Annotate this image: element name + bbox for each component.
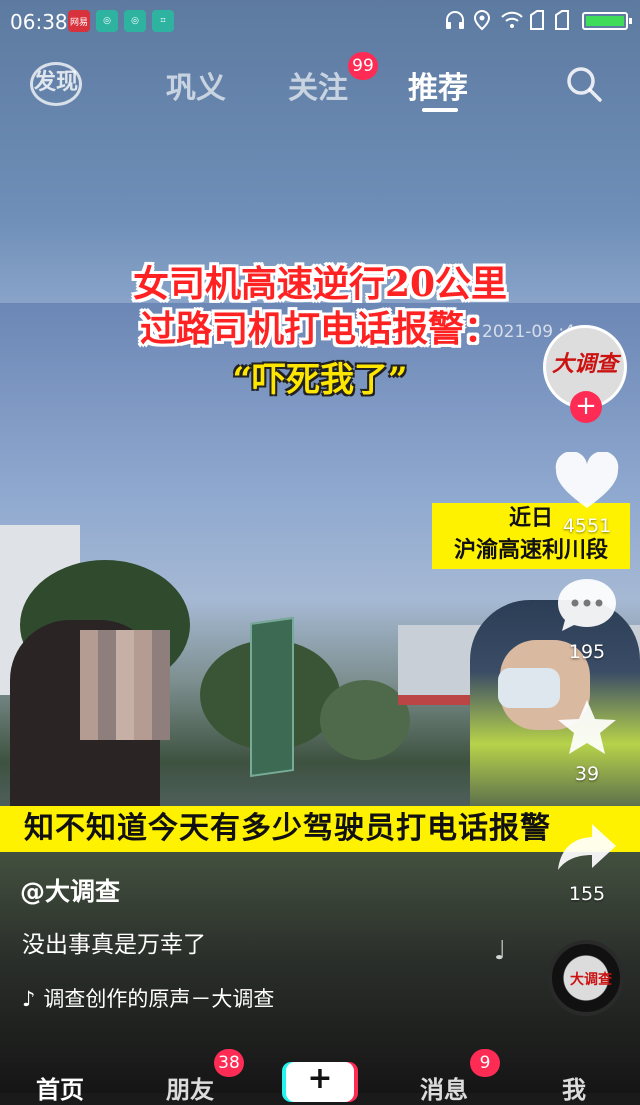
messages-badge: 9 bbox=[470, 1049, 500, 1077]
tiktok-note-icon: ♪ bbox=[22, 987, 36, 1011]
star-icon[interactable] bbox=[552, 698, 622, 756]
create-button[interactable]: + bbox=[286, 1062, 354, 1102]
tree bbox=[320, 680, 410, 760]
officer-mask bbox=[498, 668, 560, 708]
battery-icon bbox=[582, 12, 632, 30]
search-icon[interactable] bbox=[564, 64, 604, 104]
tab-recommended[interactable]: 推荐 bbox=[408, 63, 468, 107]
like-count: 4551 bbox=[562, 515, 612, 537]
signal-icon bbox=[530, 10, 544, 30]
music-info[interactable]: ♪ 调查创作的原声－大调查 bbox=[22, 983, 274, 1013]
disc-label: 大调查 bbox=[570, 972, 612, 988]
blurred-face bbox=[80, 630, 170, 740]
nav-home[interactable]: 首页 bbox=[36, 1070, 84, 1105]
headphone-icon bbox=[446, 11, 464, 29]
tab-gongyi[interactable]: 巩义 bbox=[166, 63, 226, 107]
nav-messages[interactable]: 消息 bbox=[420, 1070, 468, 1105]
wifi-icon bbox=[501, 11, 523, 28]
comment-icon[interactable] bbox=[552, 575, 622, 635]
avatar-logo-text: 大调查 bbox=[552, 352, 619, 377]
friends-badge: 38 bbox=[214, 1049, 244, 1077]
top-tab-bar: 巩义 关注 推荐 bbox=[0, 55, 640, 115]
status-bar: 06:38 网易 ◎ ◎ ⌗ bbox=[0, 0, 640, 44]
post-description: 没出事真是万幸了 bbox=[22, 932, 206, 958]
location-line2: 沪渝高速利川段 bbox=[453, 538, 608, 563]
following-badge: 99 bbox=[348, 52, 378, 80]
location-icon bbox=[473, 9, 491, 31]
music-disc[interactable]: 大调查 bbox=[548, 940, 624, 1016]
active-tab-indicator bbox=[422, 108, 458, 112]
share-count: 155 bbox=[568, 883, 606, 905]
nav-friends[interactable]: 朋友 bbox=[166, 1070, 214, 1105]
author-name[interactable]: @大调查 bbox=[20, 872, 120, 908]
favorite-count: 39 bbox=[574, 763, 600, 785]
notification-app-icon: ◎ bbox=[96, 10, 118, 32]
music-notes-icon: ♩ bbox=[494, 936, 507, 966]
music-title: 调查创作的原声－大调查 bbox=[43, 987, 275, 1011]
video-subtitle: 知不知道今天有多少驾驶员打电话报警 bbox=[0, 806, 640, 852]
tab-following[interactable]: 关注 bbox=[288, 63, 348, 107]
signal-icon bbox=[555, 10, 569, 30]
follow-button[interactable]: + bbox=[570, 391, 602, 423]
notification-app-icon: ◎ bbox=[124, 10, 146, 32]
status-time: 06:38 bbox=[10, 10, 68, 34]
share-icon[interactable] bbox=[552, 818, 622, 874]
scan-app-icon: ⌗ bbox=[152, 10, 174, 32]
road-sign bbox=[250, 616, 294, 778]
netease-app-icon: 网易 bbox=[68, 10, 90, 32]
nav-me[interactable]: 我 bbox=[562, 1070, 586, 1105]
comment-count: 195 bbox=[568, 641, 606, 663]
heart-icon[interactable] bbox=[552, 452, 622, 512]
